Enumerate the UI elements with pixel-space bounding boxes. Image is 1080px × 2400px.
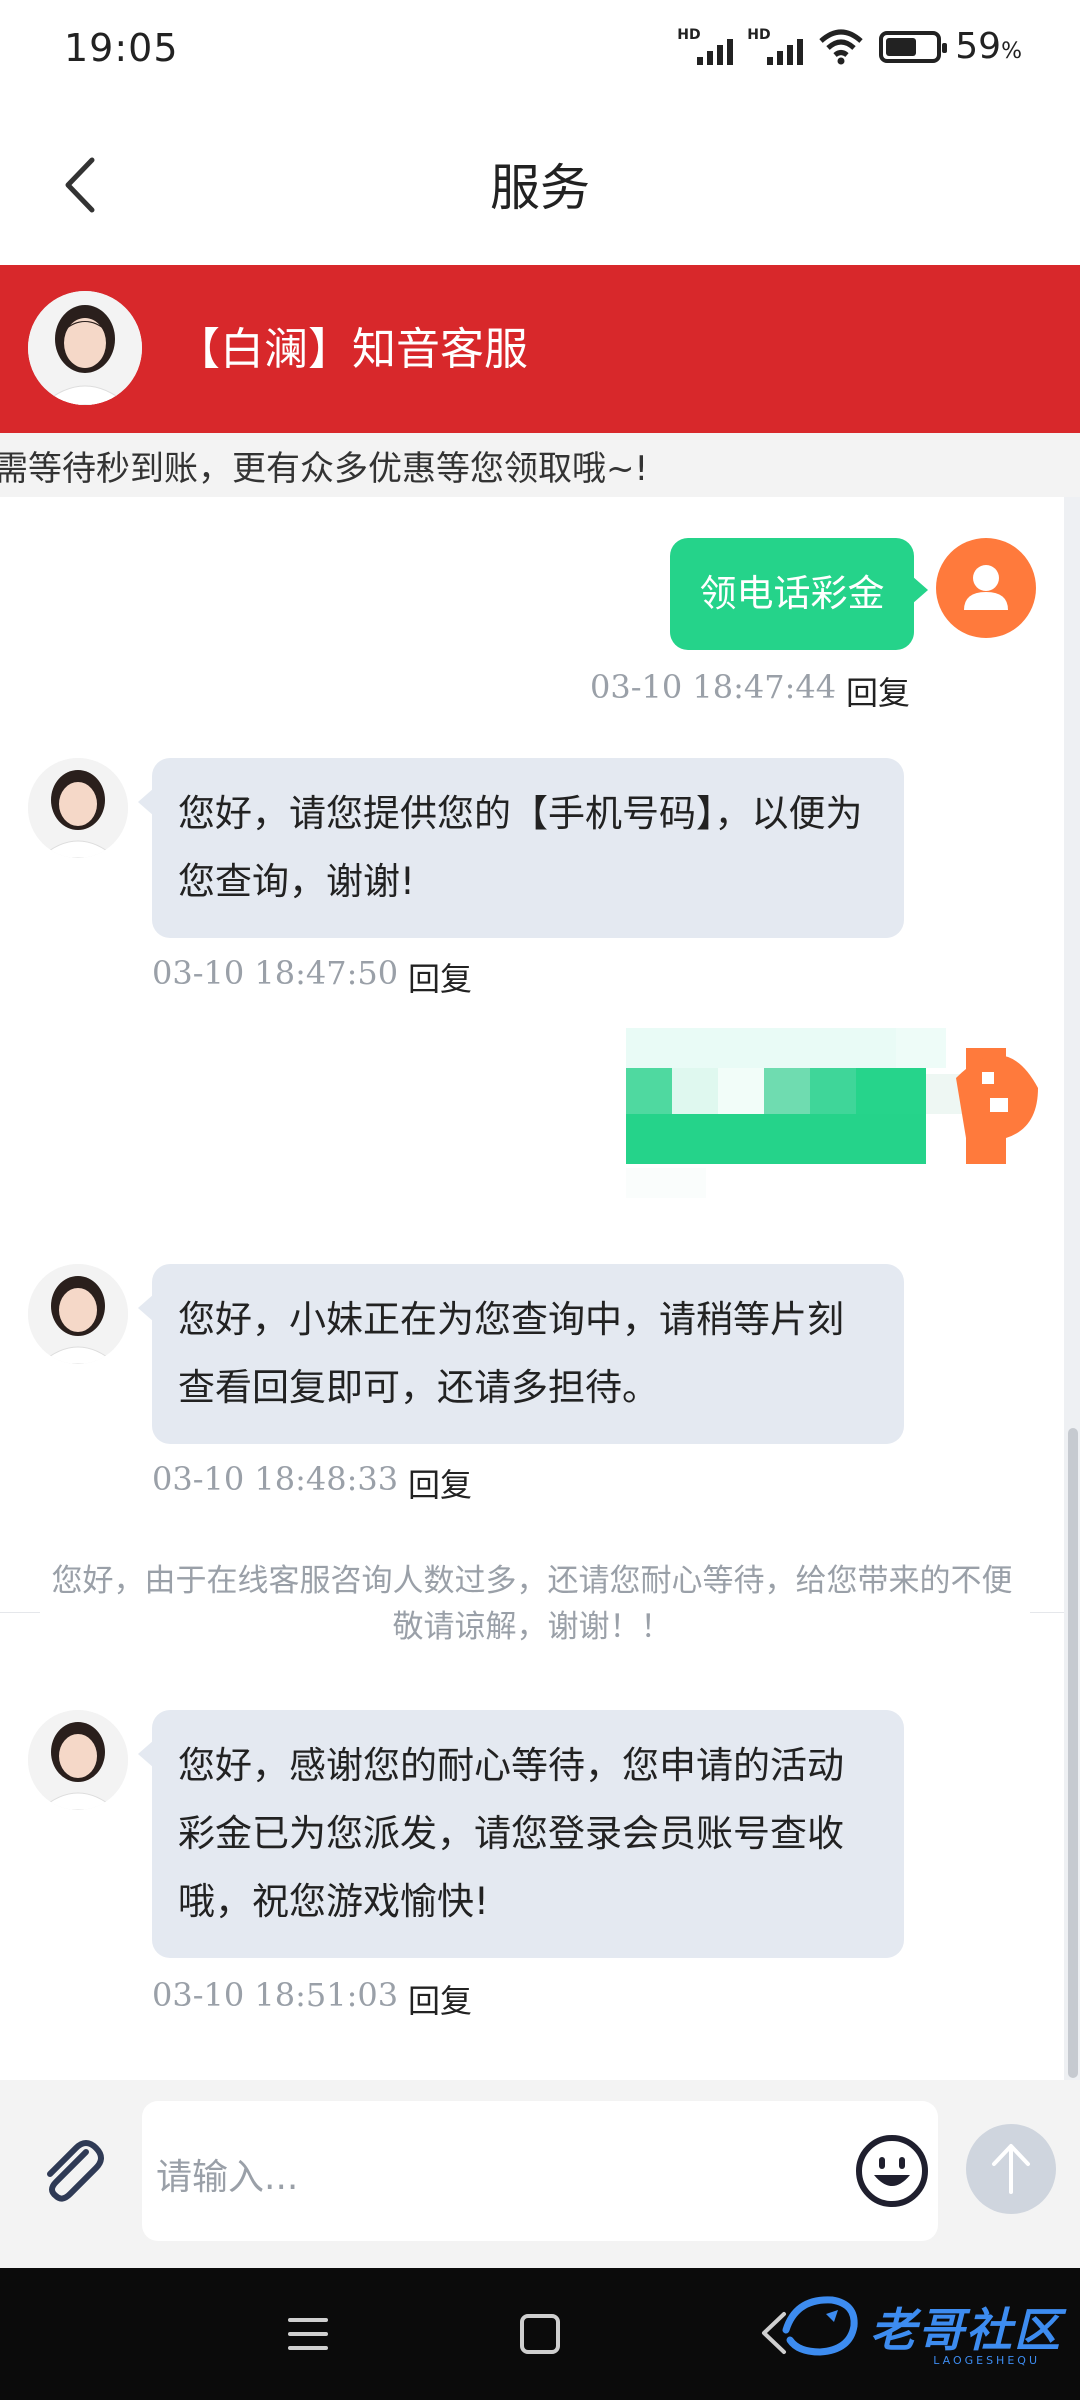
redacted-user-message[interactable] [626,1028,1038,1206]
home-icon[interactable] [518,2312,562,2356]
send-button[interactable] [966,2124,1056,2214]
arrow-up-icon [992,2144,1030,2194]
message-timestamp: 03-10 18:48:33 [152,1460,399,1498]
agent-avatar [28,758,128,858]
message-timestamp: 03-10 18:47:44 [590,668,837,706]
status-time: 19:05 [64,26,179,70]
watermark-text: 老哥社区 [870,2303,1062,2357]
reply-link[interactable]: 回复 [408,954,472,1000]
message-input[interactable]: 请输入... [142,2101,938,2241]
emoji-icon[interactable] [852,2131,932,2211]
input-placeholder: 请输入... [156,2157,299,2198]
message-timestamp: 03-10 18:51:03 [152,1976,399,2014]
message-input-bar: 请输入... [0,2080,1080,2268]
header: 服务 [0,100,1080,265]
message-text: 领电话彩金 [699,572,885,615]
signal-icon: HD [677,27,734,67]
agent-avatar [28,1264,128,1364]
chat-scrollbar-thumb[interactable] [1068,1428,1078,2078]
system-notice: 您好，由于在线客服咨询人数过多，还请您耐心等待，给您带来的不便敬请谅解，谢谢！！ [51,1563,1013,1645]
message-text: 您好，小妹正在为您查询中，请稍等片刻查看回复即可，还请多担待。 [178,1298,844,1409]
user-icon [964,565,1008,610]
status-bar: 19:05 HD HD 59% [0,0,1080,100]
agent-avatar [28,1710,128,1810]
agent-message-bubble[interactable]: 您好，请您提供您的【手机号码】，以便为您查询，谢谢! [138,758,904,938]
mosaic-blur-image [626,1028,1038,1198]
message-text: 您好，感谢您的耐心等待，您申请的活动彩金已为您派发，请您登录会员账号查收哦，祝您… [178,1744,844,1923]
watermark-subtext: LAOGESHEQU [933,2354,1040,2367]
agent-message-bubble[interactable]: 您好，感谢您的耐心等待，您申请的活动彩金已为您派发，请您登录会员账号查收哦，祝您… [138,1710,904,1958]
reply-link[interactable]: 回复 [408,1460,472,1506]
divider [1030,1612,1064,1613]
battery-icon [879,30,948,63]
dragon-logo-icon [782,2296,858,2356]
message-timestamp: 03-10 18:47:50 [152,954,399,992]
status-icons: HD HD 59% [677,26,1022,67]
signal-icon-2: HD [747,27,804,67]
recent-apps-icon[interactable] [286,2312,330,2356]
agent-message-bubble[interactable]: 您好，小妹正在为您查询中，请稍等片刻查看回复即可，还请多担待。 [138,1264,904,1444]
battery-percent: 59% [955,26,1022,67]
wifi-icon [819,29,863,64]
reply-link[interactable]: 回复 [408,1976,472,2022]
reply-link[interactable]: 回复 [846,668,910,714]
paperclip-icon[interactable] [30,2130,112,2212]
announcement-marquee: 需等待秒到账，更有众多优惠等您领取哦~! [0,433,1080,497]
user-avatar [936,538,1036,638]
agent-banner: 【白澜】知音客服 [0,265,1080,433]
page-title: 服务 [490,159,590,217]
announcement-text: 需等待秒到账，更有众多优惠等您领取哦~! [0,449,649,489]
divider [0,1612,40,1613]
system-navigation-bar: 老哥社区 LAOGESHEQU [0,2268,1080,2400]
agent-avatar [28,291,142,405]
user-message-bubble[interactable]: 领电话彩金 [670,538,928,650]
agent-name: 【白澜】知音客服 [176,324,528,375]
message-text: 您好，请您提供您的【手机号码】，以便为您查询，谢谢! [178,792,863,903]
